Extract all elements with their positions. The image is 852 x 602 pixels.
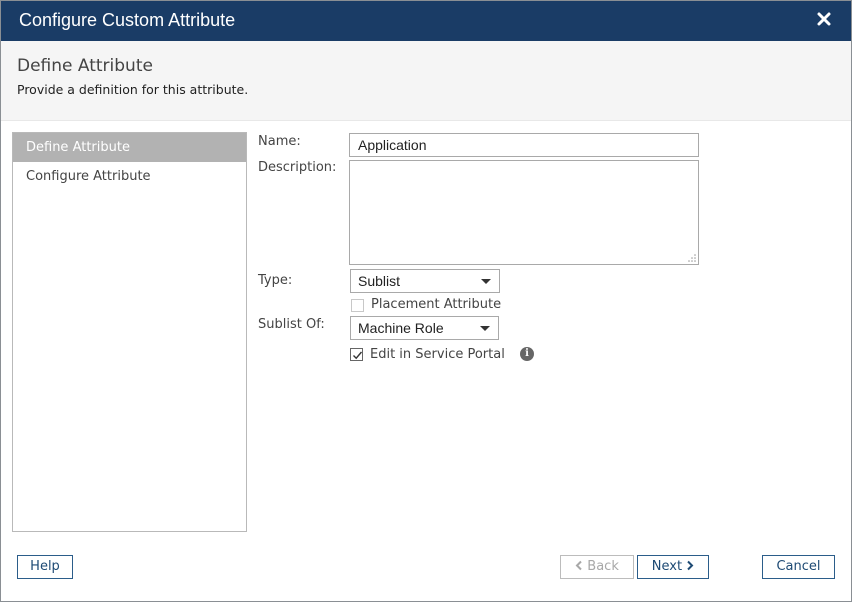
info-icon[interactable]: i: [520, 347, 534, 361]
chevron-down-icon: [480, 326, 490, 331]
cancel-button-label: Cancel: [776, 559, 821, 574]
type-label: Type:: [258, 273, 293, 288]
chevron-left-icon: [575, 560, 582, 571]
back-button[interactable]: Back: [560, 555, 634, 579]
step-configure-attribute[interactable]: Configure Attribute: [13, 162, 246, 191]
sublist-of-select[interactable]: Machine Role: [350, 316, 499, 340]
edit-in-service-portal-label: Edit in Service Portal: [370, 347, 505, 362]
edit-in-service-portal-checkbox[interactable]: [350, 348, 363, 361]
help-button[interactable]: Help: [17, 555, 73, 579]
cancel-button[interactable]: Cancel: [762, 555, 835, 579]
placement-attribute-label: Placement Attribute: [371, 297, 502, 312]
configure-custom-attribute-dialog: Configure Custom Attribute Define Attrib…: [0, 0, 852, 602]
next-button[interactable]: Next: [637, 555, 709, 579]
resize-grip-icon[interactable]: [688, 254, 696, 262]
chevron-down-icon: [481, 279, 491, 284]
step-define-attribute[interactable]: Define Attribute: [13, 133, 246, 162]
help-button-label: Help: [30, 559, 60, 574]
dialog-title: Configure Custom Attribute: [19, 10, 236, 30]
name-label: Name:: [258, 134, 301, 149]
wizard-header: Define Attribute Provide a definition fo…: [1, 41, 851, 121]
type-value: Sublist: [358, 273, 401, 289]
description-label: Description:: [258, 160, 337, 175]
close-icon[interactable]: [815, 10, 833, 28]
title-bar: Configure Custom Attribute: [1, 1, 851, 41]
sublist-of-label: Sublist Of:: [258, 317, 325, 332]
name-input[interactable]: Application: [349, 133, 699, 157]
placement-attribute-checkbox[interactable]: [351, 299, 364, 312]
description-textarea[interactable]: [349, 160, 699, 265]
wizard-steps: Define Attribute Configure Attribute: [12, 132, 247, 532]
chevron-right-icon: [687, 560, 694, 571]
back-button-label: Back: [587, 559, 619, 574]
checkmark-icon: [353, 351, 363, 360]
type-select[interactable]: Sublist: [350, 269, 500, 293]
sublist-of-value: Machine Role: [358, 320, 444, 336]
page-subtitle: Provide a definition for this attribute.: [17, 82, 249, 97]
next-button-label: Next: [651, 559, 683, 574]
page-title: Define Attribute: [17, 56, 153, 76]
